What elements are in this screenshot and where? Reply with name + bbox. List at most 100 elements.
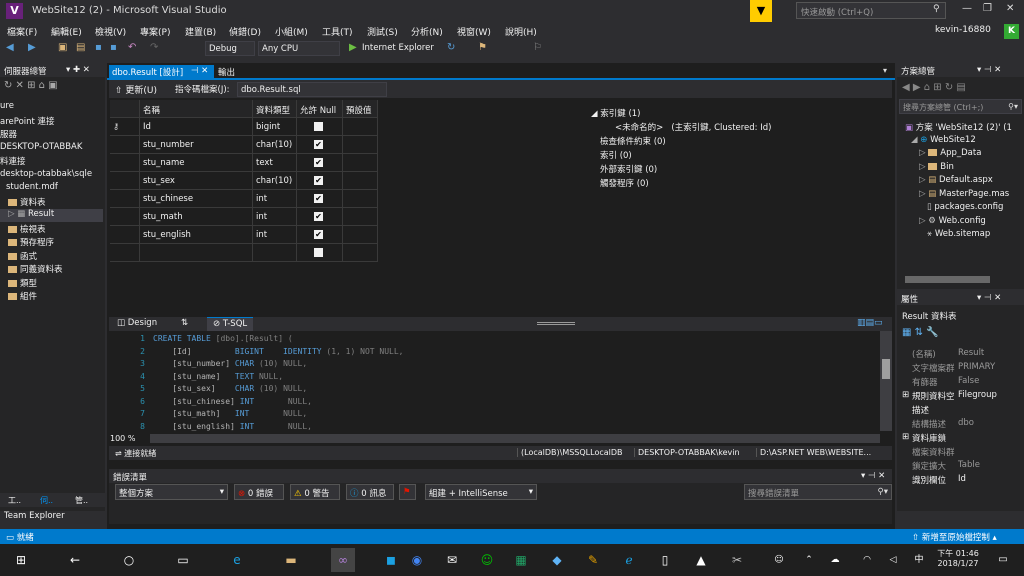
tab-server-explorer[interactable]: 伺..: [40, 495, 53, 506]
notepad-icon[interactable]: ▯: [656, 551, 674, 569]
menu-tools[interactable]: 工具(T): [322, 25, 353, 38]
menu-build[interactable]: 建置(B): [185, 25, 216, 38]
update-button[interactable]: ⇧ 更新(U): [115, 83, 157, 96]
configuration-select[interactable]: Debug: [205, 41, 255, 56]
photos-icon[interactable]: ▲: [692, 551, 710, 569]
add-to-source-control-button[interactable]: ⇧ 新增至原始檔控制 ▴: [912, 531, 997, 543]
row-selector[interactable]: [110, 154, 140, 172]
property-row[interactable]: 鎖定擴大 Table: [898, 460, 1024, 473]
allow-null-cell[interactable]: [297, 244, 343, 262]
default-value-cell[interactable]: [343, 226, 378, 244]
property-row[interactable]: (名稱) Result: [898, 348, 1024, 361]
table-row[interactable]: stu_math int ✔: [110, 208, 378, 226]
menu-window[interactable]: 視窗(W): [457, 25, 491, 38]
tree-item-tables[interactable]: 資料表: [8, 196, 46, 209]
file-explorer-icon[interactable]: ▬: [282, 551, 300, 569]
editor-horizontal-scrollbar[interactable]: [150, 434, 880, 443]
allow-null-cell[interactable]: ✔: [297, 172, 343, 190]
tree-item-assemblies[interactable]: 組件: [8, 290, 37, 303]
line-icon[interactable]: ☺: [478, 551, 496, 569]
allow-null-checkbox[interactable]: ✔: [314, 140, 323, 149]
visual-studio-taskbar-icon[interactable]: ∞: [331, 548, 355, 572]
property-row[interactable]: 結構描述 dbo: [898, 418, 1024, 431]
ime-indicator[interactable]: 中: [910, 551, 928, 569]
allow-null-checkbox[interactable]: [314, 248, 323, 257]
back-icon[interactable]: ◀: [6, 42, 14, 53]
windows-start-icon[interactable]: ⊞: [12, 551, 30, 569]
messages-filter-button[interactable]: ⓘ 0 訊息: [346, 484, 394, 500]
internet-explorer-icon[interactable]: ℯ: [620, 551, 638, 569]
store-icon[interactable]: ◼: [382, 551, 400, 569]
volume-icon[interactable]: ◁: [884, 551, 902, 569]
menu-edit[interactable]: 編輯(E): [51, 25, 82, 38]
expand-icon[interactable]: ⊞: [902, 432, 909, 442]
search-icon[interactable]: ⚲: [933, 4, 940, 14]
packages-config-file[interactable]: ▯ packages.config: [927, 202, 1003, 215]
property-row[interactable]: 資料庫鎖 ⊞: [898, 432, 1024, 445]
tab-output[interactable]: 輸出: [218, 66, 235, 78]
default-value-cell[interactable]: [343, 118, 378, 136]
allow-null-cell[interactable]: ✔: [297, 208, 343, 226]
restore-icon[interactable]: ❐: [983, 3, 992, 14]
allow-null-cell[interactable]: ✔: [297, 190, 343, 208]
column-type-cell[interactable]: int: [253, 226, 297, 244]
save-icon[interactable]: ▪: [95, 42, 102, 53]
tab-toolbox[interactable]: 工..: [8, 495, 21, 506]
default-value-cell[interactable]: [343, 208, 378, 226]
tree-item-student-mdf[interactable]: student.mdf: [6, 182, 58, 195]
solution-node[interactable]: ▣ 方案 'WebSite12 (2)' (1: [905, 121, 1012, 134]
row-selector[interactable]: [110, 190, 140, 208]
pane-layout-icons[interactable]: ▥▤▭: [857, 318, 883, 328]
table-row[interactable]: stu_number char(10) ✔: [110, 136, 378, 154]
tree-item-sharepoint[interactable]: arePoint 連接: [0, 115, 55, 128]
keys-triggers[interactable]: 觸發程序 (0): [600, 177, 649, 189]
cloud-icon[interactable]: ☁: [826, 551, 844, 569]
website-node[interactable]: ◢ ⊕ WebSite12: [911, 135, 976, 148]
row-selector[interactable]: [110, 136, 140, 154]
table-row[interactable]: stu_english int ✔: [110, 226, 378, 244]
build-intellisense-select[interactable]: 組建 + IntelliSense ▾: [425, 484, 537, 500]
bookmark-icon[interactable]: ⚐: [533, 42, 542, 53]
zoom-level[interactable]: 100 %: [110, 434, 135, 443]
swap-panes-icon[interactable]: ⇅: [181, 318, 188, 328]
allow-null-checkbox[interactable]: [314, 122, 323, 131]
keys-foreign-keys[interactable]: 外部索引鍵 (0): [600, 163, 657, 175]
menu-project[interactable]: 專案(P): [140, 25, 170, 38]
keys-check-constraints[interactable]: 檢查條件約束 (0): [600, 135, 666, 147]
app-icon[interactable]: ◆: [548, 551, 566, 569]
network-icon[interactable]: ◠: [858, 551, 876, 569]
row-selector[interactable]: [110, 226, 140, 244]
tree-item-azure[interactable]: ure: [0, 101, 14, 114]
property-value[interactable]: Table: [958, 460, 980, 470]
warnings-filter-button[interactable]: ⚠ 0 警告: [290, 484, 340, 500]
editor-vertical-scrollbar[interactable]: [880, 331, 892, 431]
tree-item-sql-connection[interactable]: desktop-otabbak\sqle: [0, 169, 92, 182]
search-icon[interactable]: ○: [120, 551, 138, 569]
tab-team-explorer[interactable]: Team Explorer: [4, 511, 65, 521]
menu-analyze[interactable]: 分析(N): [411, 25, 443, 38]
menu-view[interactable]: 檢視(V): [95, 25, 126, 38]
column-type-cell[interactable]: text: [253, 154, 297, 172]
table-row[interactable]: ⚷ Id bigint: [110, 118, 378, 136]
properties-object-select[interactable]: Result 資料表: [902, 310, 956, 322]
tab-dropdown-icon[interactable]: ▾: [883, 66, 887, 75]
browser-select[interactable]: Internet Explorer: [362, 43, 434, 53]
web-sitemap-file[interactable]: ⚹ Web.sitemap: [927, 229, 990, 242]
allow-null-checkbox[interactable]: ✔: [314, 194, 323, 203]
allow-null-checkbox[interactable]: ✔: [314, 212, 323, 221]
forward-icon[interactable]: ▶: [28, 42, 36, 53]
property-value[interactable]: PRIMARY: [958, 362, 995, 372]
masterpage-file[interactable]: ▷ ▤ MasterPage.mas: [919, 189, 1009, 202]
solution-search-input[interactable]: 搜尋方案總管 (Ctrl+;) ⚲▾: [899, 99, 1022, 114]
bin-folder[interactable]: ▷ Bin: [919, 162, 954, 175]
menu-team[interactable]: 小組(M): [275, 25, 308, 38]
menu-debug[interactable]: 偵錯(D): [229, 25, 261, 38]
row-selector[interactable]: [110, 172, 140, 190]
keys-indexes[interactable]: 索引 (0): [600, 149, 632, 161]
tray-overflow-icon[interactable]: ⌃: [800, 551, 818, 569]
row-selector[interactable]: [110, 244, 140, 262]
table-row[interactable]: [110, 244, 378, 262]
server-explorer-toolbar-icons[interactable]: ↻ ✕ ⊞ ⌂ ▣: [4, 80, 58, 91]
allow-null-checkbox[interactable]: ✔: [314, 230, 323, 239]
notification-flag-icon[interactable]: ▼: [750, 0, 772, 22]
